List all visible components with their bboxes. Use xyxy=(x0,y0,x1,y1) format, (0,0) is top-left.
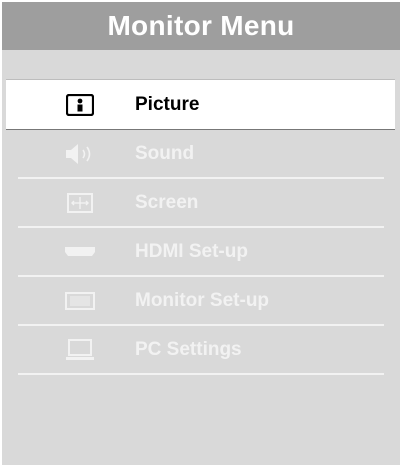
menu-item-monitor-setup[interactable]: Monitor Set-up xyxy=(2,276,400,326)
menu-item-label: HDMI Set-up xyxy=(135,241,248,262)
speaker-icon xyxy=(60,129,100,178)
hdmi-connector-icon xyxy=(60,227,100,276)
menu-item-pc-settings[interactable]: PC Settings xyxy=(2,325,400,375)
menu-list: Picture Sound Screen HDMI Set-up Monitor… xyxy=(2,80,400,375)
monitor-icon xyxy=(60,276,100,325)
picture-icon xyxy=(60,80,100,129)
menu-item-screen[interactable]: Screen xyxy=(2,178,400,228)
laptop-icon xyxy=(60,325,100,374)
menu-item-hdmi-setup[interactable]: HDMI Set-up xyxy=(2,227,400,277)
menu-item-label: Monitor Set-up xyxy=(135,290,270,311)
menu-item-label: PC Settings xyxy=(135,339,242,360)
menu-item-label: Picture xyxy=(135,94,200,115)
menu-item-picture[interactable]: Picture xyxy=(6,80,395,129)
menu-title: Monitor Menu xyxy=(2,2,400,50)
menu-item-label: Sound xyxy=(135,143,195,164)
menu-item-sound[interactable]: Sound xyxy=(2,129,400,179)
monitor-osd-panel: Monitor Menu Picture Sound Screen HDMI S… xyxy=(2,2,400,465)
menu-item-label: Screen xyxy=(135,192,199,213)
divider xyxy=(18,373,384,375)
screen-resize-icon xyxy=(60,178,100,227)
